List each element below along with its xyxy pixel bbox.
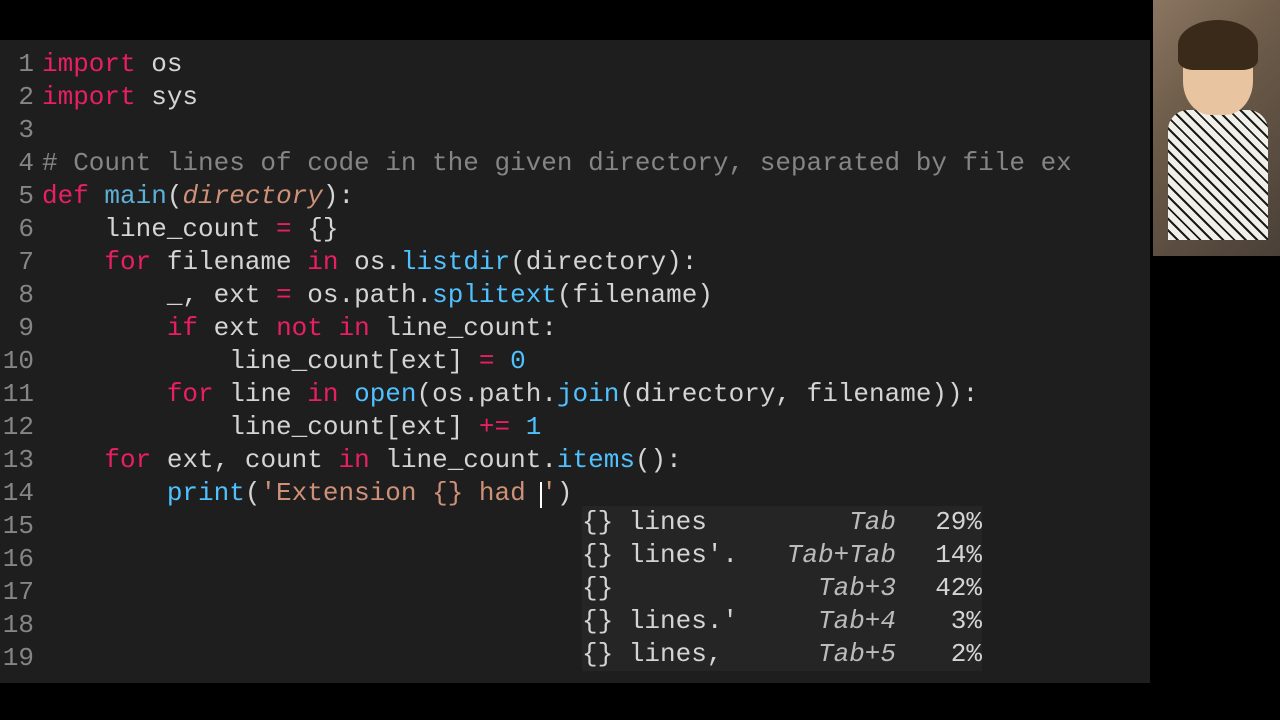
line-number: 12 xyxy=(0,411,42,444)
line-number: 7 xyxy=(0,246,42,279)
line-number: 6 xyxy=(0,213,42,246)
code-line[interactable]: 5def main(directory): xyxy=(0,180,1150,213)
code-line[interactable]: 1import os xyxy=(0,48,1150,81)
code-line[interactable]: 12 line_count[ext] += 1 xyxy=(0,411,1150,444)
line-number: 16 xyxy=(0,543,42,576)
code-content[interactable]: for line in open(os.path.join(directory,… xyxy=(42,378,978,411)
completion-probability: 2% xyxy=(912,638,982,671)
line-number: 9 xyxy=(0,312,42,345)
code-content[interactable]: line_count[ext] += 1 xyxy=(42,411,541,444)
completion-text: {} lines'. xyxy=(582,539,782,572)
autocomplete-popup[interactable]: {} linesTab29%{} lines'.Tab+Tab14%{}Tab+… xyxy=(582,506,982,671)
code-line[interactable]: 4# Count lines of code in the given dire… xyxy=(0,147,1150,180)
completion-probability: 29% xyxy=(912,506,982,539)
code-content[interactable]: line_count[ext] = 0 xyxy=(42,345,526,378)
code-line[interactable]: 11 for line in open(os.path.join(directo… xyxy=(0,378,1150,411)
completion-item[interactable]: {} lines.'Tab+43% xyxy=(582,605,982,638)
completion-item[interactable]: {}Tab+342% xyxy=(582,572,982,605)
code-line[interactable]: 7 for filename in os.listdir(directory): xyxy=(0,246,1150,279)
line-number: 17 xyxy=(0,576,42,609)
completion-shortcut: Tab xyxy=(782,506,912,539)
code-content[interactable]: _, ext = os.path.splitext(filename) xyxy=(42,279,713,312)
code-line[interactable]: 6 line_count = {} xyxy=(0,213,1150,246)
line-number: 19 xyxy=(0,642,42,675)
completion-probability: 42% xyxy=(912,572,982,605)
code-content[interactable]: def main(directory): xyxy=(42,180,354,213)
line-number: 5 xyxy=(0,180,42,213)
code-content[interactable]: if ext not in line_count: xyxy=(42,312,557,345)
completion-text: {} lines xyxy=(582,506,782,539)
line-number: 14 xyxy=(0,477,42,510)
code-line[interactable]: 8 _, ext = os.path.splitext(filename) xyxy=(0,279,1150,312)
line-number: 11 xyxy=(0,378,42,411)
completion-text: {} lines.' xyxy=(582,605,782,638)
completion-shortcut: Tab+Tab xyxy=(782,539,912,572)
line-number: 18 xyxy=(0,609,42,642)
completion-shortcut: Tab+4 xyxy=(782,605,912,638)
line-number: 2 xyxy=(0,81,42,114)
completion-text: {} lines, xyxy=(582,638,782,671)
code-line[interactable]: 13 for ext, count in line_count.items(): xyxy=(0,444,1150,477)
presenter-video xyxy=(1173,30,1263,250)
completion-shortcut: Tab+5 xyxy=(782,638,912,671)
code-content[interactable]: for filename in os.listdir(directory): xyxy=(42,246,697,279)
line-number: 3 xyxy=(0,114,42,147)
completion-probability: 3% xyxy=(912,605,982,638)
completion-shortcut: Tab+3 xyxy=(782,572,912,605)
completion-text: {} xyxy=(582,572,782,605)
code-content[interactable]: print('Extension {} had ') xyxy=(42,477,573,510)
code-content[interactable]: line_count = {} xyxy=(42,213,338,246)
line-number: 15 xyxy=(0,510,42,543)
code-content[interactable]: import sys xyxy=(42,81,198,114)
webcam-overlay xyxy=(1153,0,1280,256)
completion-probability: 14% xyxy=(912,539,982,572)
code-line[interactable]: 9 if ext not in line_count: xyxy=(0,312,1150,345)
line-number: 13 xyxy=(0,444,42,477)
code-content[interactable]: for ext, count in line_count.items(): xyxy=(42,444,682,477)
completion-item[interactable]: {} lines,Tab+52% xyxy=(582,638,982,671)
code-line[interactable]: 3 xyxy=(0,114,1150,147)
line-number: 4 xyxy=(0,147,42,180)
line-number: 1 xyxy=(0,48,42,81)
line-number: 8 xyxy=(0,279,42,312)
code-line[interactable]: 10 line_count[ext] = 0 xyxy=(0,345,1150,378)
code-line[interactable]: 2import sys xyxy=(0,81,1150,114)
code-content[interactable]: # Count lines of code in the given direc… xyxy=(42,147,1072,180)
code-content[interactable]: import os xyxy=(42,48,182,81)
line-number: 10 xyxy=(0,345,42,378)
completion-item[interactable]: {} lines'.Tab+Tab14% xyxy=(582,539,982,572)
completion-item[interactable]: {} linesTab29% xyxy=(582,506,982,539)
